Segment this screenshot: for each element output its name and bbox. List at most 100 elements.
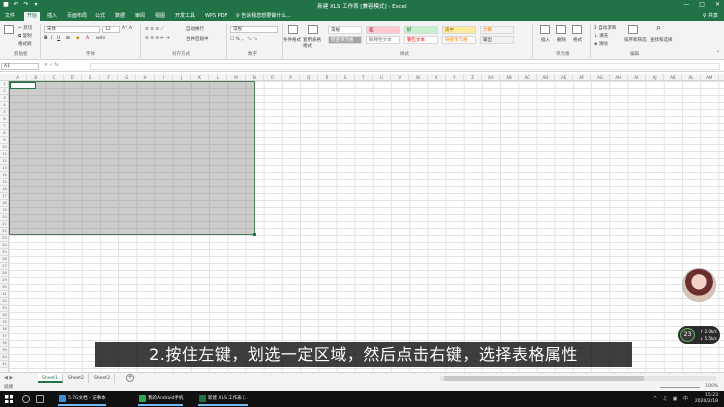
style-good[interactable]: 好 xyxy=(404,26,438,34)
row-header[interactable]: 11 xyxy=(0,151,9,158)
fill-button[interactable]: ↓ 填充 xyxy=(594,33,608,39)
row-header[interactable]: 17 xyxy=(0,193,9,200)
tab-home[interactable]: 开始 xyxy=(24,12,41,21)
column-header[interactable]: X xyxy=(428,74,446,81)
style-warning[interactable]: 警告文本 xyxy=(404,36,438,44)
underline-button[interactable]: U xyxy=(57,36,60,41)
zoom-slider[interactable] xyxy=(660,387,700,388)
fill-color-icon[interactable]: ◆ xyxy=(76,36,79,41)
tab-insert[interactable]: 插入 xyxy=(44,12,60,21)
column-header[interactable]: G xyxy=(118,74,137,81)
formula-input[interactable] xyxy=(90,63,720,70)
font-size-select[interactable]: 12 xyxy=(102,26,120,33)
column-header[interactable]: V xyxy=(391,74,410,81)
column-header[interactable]: F xyxy=(100,74,119,81)
style-calculation[interactable]: 计算 xyxy=(480,26,514,34)
row-header[interactable]: 7 xyxy=(0,123,9,130)
sheet-nav-arrows[interactable]: ◀ ▶ xyxy=(4,375,13,381)
active-cell[interactable] xyxy=(10,82,36,89)
copy-button[interactable]: ⧉ 复制 xyxy=(18,33,32,39)
minimize-button[interactable]: — xyxy=(683,1,689,9)
format-painter-button[interactable]: 格式刷 xyxy=(18,41,32,47)
currency-icon[interactable]: ☐ % ， ⁺₀ ⁻₀ xyxy=(230,36,257,42)
column-header[interactable]: C xyxy=(45,74,64,81)
tab-review[interactable]: 审阅 xyxy=(132,12,148,21)
column-header[interactable]: R xyxy=(318,74,337,81)
insert-cells-icon[interactable] xyxy=(540,25,550,34)
row-header[interactable]: 19 xyxy=(0,207,9,214)
number-format-select[interactable]: 常规 xyxy=(230,26,278,33)
column-header[interactable]: N xyxy=(246,74,264,81)
row-header[interactable]: 13 xyxy=(0,165,9,172)
find-select-button[interactable]: 查找和选择 xyxy=(650,37,673,43)
column-header[interactable]: AD xyxy=(537,74,555,81)
collapse-ribbon-icon[interactable]: ⌃ xyxy=(716,51,720,56)
column-header[interactable]: AI xyxy=(628,74,646,81)
style-bad[interactable]: 差 xyxy=(366,26,400,34)
row-header[interactable]: 24 xyxy=(0,242,9,249)
column-header[interactable]: Z xyxy=(464,74,483,81)
format-cells-button[interactable]: 格式 xyxy=(573,37,582,43)
column-header[interactable]: U xyxy=(373,74,392,81)
style-linked-cell[interactable]: 链接单元格 xyxy=(442,36,476,44)
column-header[interactable]: B xyxy=(27,74,46,81)
row-header[interactable]: 34 xyxy=(0,312,9,319)
column-header[interactable]: E xyxy=(82,74,100,81)
italic-button[interactable]: I xyxy=(51,36,52,41)
taskbar-app-excel[interactable]: 新建 XLS 工作表 [.. xyxy=(198,392,248,406)
clock[interactable]: 15:23 2020/2/18 xyxy=(695,393,718,405)
style-check-cell[interactable]: 检查单元格 xyxy=(328,36,362,44)
phonetic-icon[interactable]: wén xyxy=(96,36,105,41)
column-header[interactable]: AB xyxy=(500,74,519,81)
column-header[interactable]: AG xyxy=(591,74,610,81)
task-view-icon[interactable] xyxy=(36,395,44,403)
conditional-format-icon[interactable] xyxy=(288,25,298,34)
column-header[interactable]: T xyxy=(355,74,373,81)
cut-button[interactable]: ✂ 剪切 xyxy=(18,25,32,31)
column-header[interactable]: AM xyxy=(701,74,719,81)
floating-avatar[interactable] xyxy=(682,268,716,302)
horizontal-scrollbar[interactable] xyxy=(440,376,716,381)
row-header[interactable]: 10 xyxy=(0,144,9,151)
row-header[interactable]: 9 xyxy=(0,137,9,144)
row-header[interactable]: 31 xyxy=(0,291,9,298)
column-header[interactable]: K xyxy=(191,74,210,81)
name-box[interactable]: A1 xyxy=(1,63,39,70)
row-header[interactable]: 36 xyxy=(0,326,9,333)
row-header[interactable]: 39 xyxy=(0,347,9,354)
row-header[interactable]: 1 xyxy=(0,81,9,88)
column-header[interactable]: J xyxy=(173,74,191,81)
format-cells-icon[interactable] xyxy=(572,25,582,34)
row-header[interactable]: 32 xyxy=(0,298,9,305)
row-header[interactable]: 26 xyxy=(0,256,9,263)
table-format-icon[interactable] xyxy=(308,25,318,34)
clear-button[interactable]: ◈ 清除 xyxy=(594,41,608,47)
column-header[interactable]: I xyxy=(155,74,173,81)
paste-icon[interactable] xyxy=(4,25,14,34)
row-header[interactable]: 28 xyxy=(0,270,9,277)
sort-filter-icon[interactable] xyxy=(628,25,638,34)
column-header[interactable]: AF xyxy=(573,74,592,81)
column-header[interactable]: Q xyxy=(300,74,319,81)
row-header[interactable]: 15 xyxy=(0,179,9,186)
close-button[interactable]: ✕ xyxy=(715,1,720,9)
share-button[interactable]: ♀ 共享 xyxy=(703,12,718,21)
worksheet-grid[interactable]: A B C D E F G H I J K L M N O P Q R S T U V W X Y Z AA AB AC AD AE AF AG… xyxy=(0,74,724,372)
column-header[interactable]: H xyxy=(136,74,155,81)
column-header[interactable]: P xyxy=(282,74,301,81)
find-icon[interactable]: ⌕ xyxy=(656,23,661,33)
formula-buttons[interactable]: ✕ ✓ fx xyxy=(44,63,59,68)
table-format-button[interactable]: 套用表格格式 xyxy=(303,37,325,49)
tell-me-search[interactable]: ♀ 告诉我您想要做什么... xyxy=(236,12,291,21)
wrap-text-button[interactable]: 自动换行 xyxy=(186,26,204,32)
tab-data[interactable]: 数据 xyxy=(112,12,128,21)
row-header[interactable]: 29 xyxy=(0,277,9,284)
row-header[interactable]: 5 xyxy=(0,109,9,116)
maximize-button[interactable]: □ xyxy=(699,1,705,9)
column-header[interactable]: AJ xyxy=(646,74,665,81)
fill-handle[interactable] xyxy=(253,233,256,236)
network-speed-widget[interactable]: 23 ↑ 2.0k/s ↓ 5.5k/s xyxy=(678,326,720,344)
tab-formulas[interactable]: 公式 xyxy=(92,12,108,21)
row-header[interactable]: 3 xyxy=(0,95,9,102)
row-header[interactable]: 2 xyxy=(0,88,9,95)
